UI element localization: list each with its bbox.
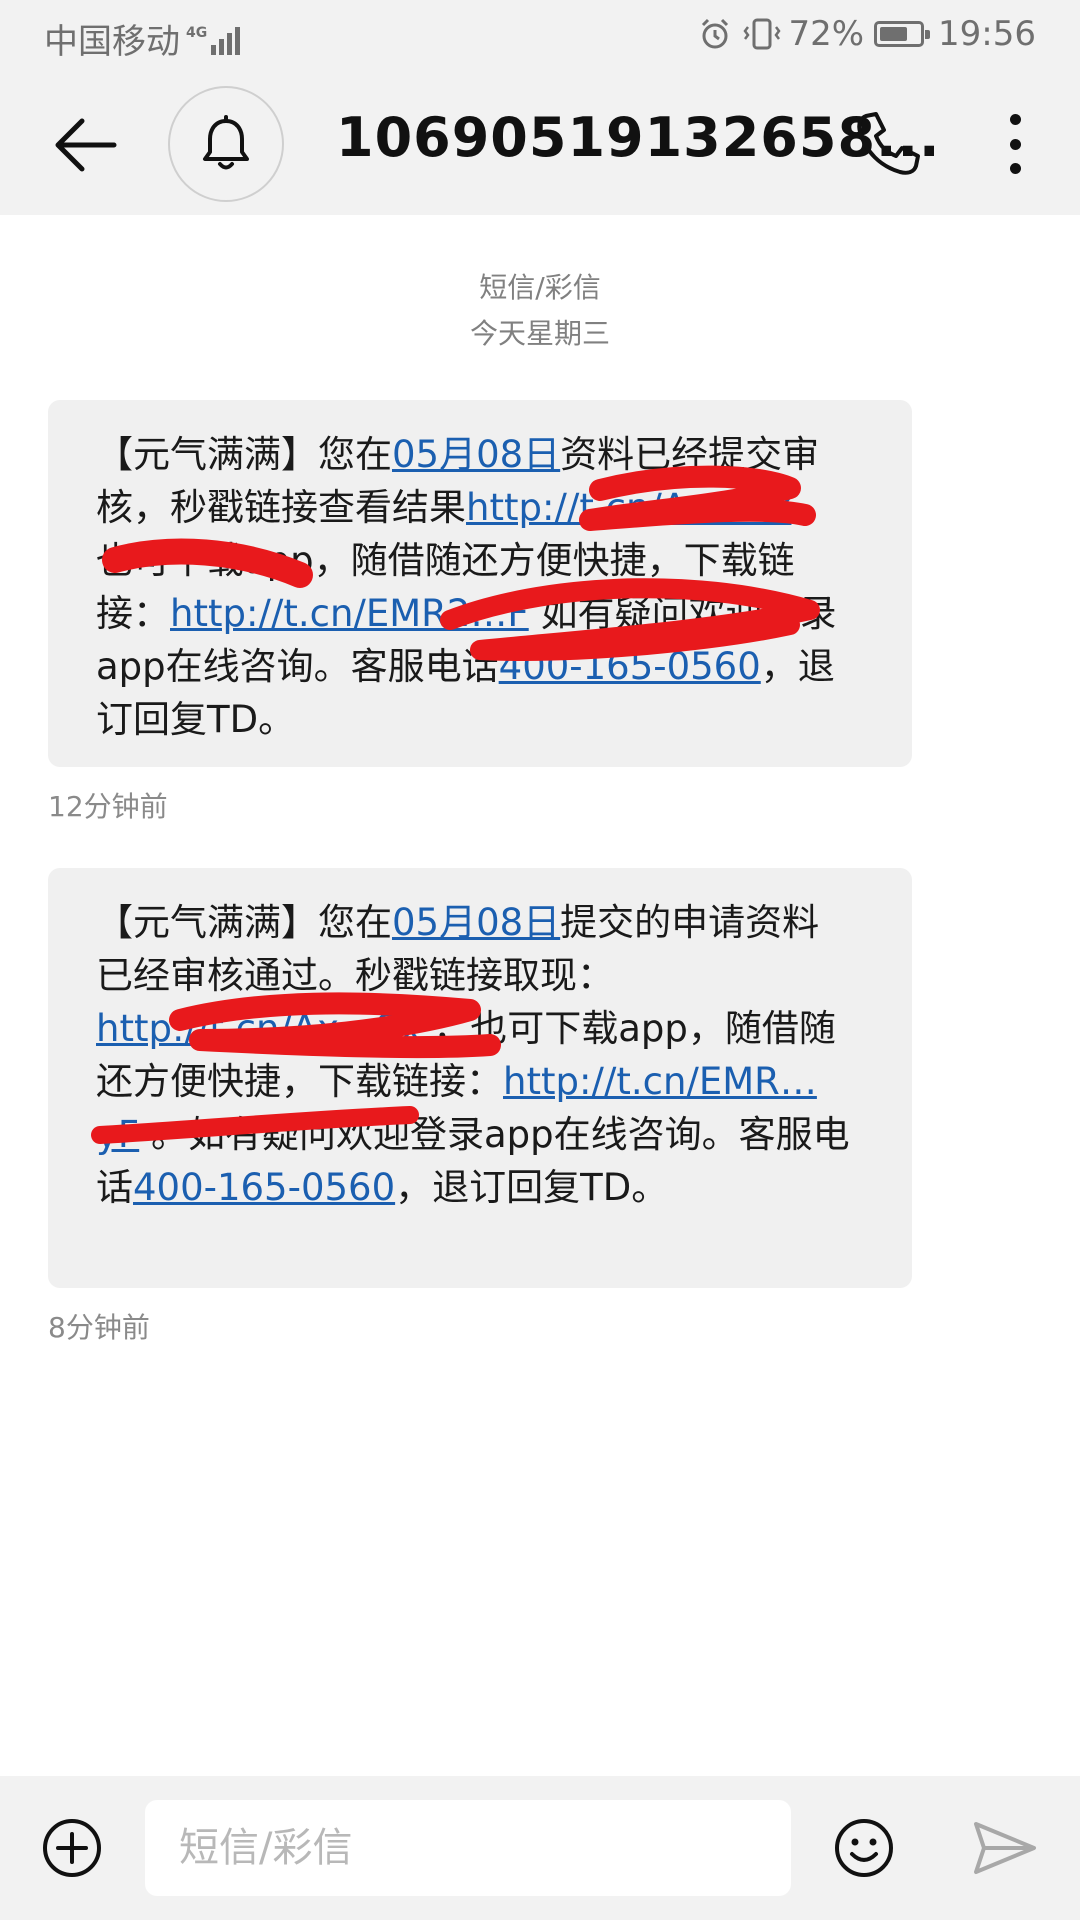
back-arrow-icon <box>55 118 117 172</box>
call-button[interactable] <box>852 108 924 180</box>
send-icon <box>974 1822 1036 1874</box>
more-vertical-icon <box>1009 114 1021 125</box>
message-bubble[interactable]: 【元气满满】您在05月08日资料已经提交审核，秒戳链接查看结果http://t.… <box>48 400 912 767</box>
notification-toggle-button[interactable] <box>168 86 284 202</box>
message-input[interactable] <box>145 1800 791 1896</box>
url-link[interactable]: http://t.cn/EMR2…F <box>170 592 529 635</box>
alarm-icon <box>702 18 729 49</box>
phone-icon <box>857 112 920 175</box>
bell-icon <box>203 115 249 170</box>
date-link[interactable]: 05月08日 <box>392 433 560 476</box>
battery-percent: 72% <box>788 14 865 54</box>
date-divider: 今天星期三 <box>469 317 610 350</box>
carrier-name: 中国移动 <box>44 22 180 62</box>
back-button[interactable] <box>50 112 120 178</box>
network-type: 4G <box>186 24 208 41</box>
contact-title: 10690519132658... <box>336 106 941 169</box>
status-right: 72% 19:56 <box>698 14 1036 54</box>
message-timestamp: 8分钟前 <box>48 1311 150 1344</box>
message-timestamp: 12分钟前 <box>48 790 168 823</box>
conversation-header: 10690519132658... <box>0 72 1080 215</box>
url-link[interactable]: http://t.cn/Ax…Sx <box>96 1007 421 1050</box>
compose-bar <box>0 1776 1080 1920</box>
signal-icon <box>211 23 243 55</box>
url-link[interactable]: http://t.cn/Ax…Sx <box>466 486 791 529</box>
phone-link[interactable]: 400-165-0560 <box>133 1166 395 1209</box>
status-bar: 中国移动 4G 72% 19:56 <box>0 0 1080 72</box>
add-attachment-button[interactable] <box>40 1816 104 1880</box>
emoji-icon <box>835 1819 893 1877</box>
emoji-button[interactable] <box>832 1816 896 1880</box>
status-left: 中国移动 4G <box>44 14 243 63</box>
message-type-label: 短信/彩信 <box>479 271 601 304</box>
phone-link[interactable]: 400-165-0560 <box>499 645 761 688</box>
vibrate-icon <box>743 18 781 50</box>
message-text: ，退订回复TD。 <box>395 1166 669 1209</box>
clock: 19:56 <box>938 14 1036 54</box>
battery-icon <box>874 21 931 47</box>
send-button[interactable] <box>972 1818 1038 1878</box>
message-bubble[interactable]: 【元气满满】您在05月08日提交的申请资料已经审核通过。秒戳链接取现：http:… <box>48 868 912 1288</box>
message-text: 【元气满满】您在 <box>96 433 392 476</box>
add-circle-icon <box>43 1819 101 1877</box>
date-link[interactable]: 05月08日 <box>392 901 560 944</box>
message-text: 【元气满满】您在 <box>96 901 392 944</box>
more-options-button[interactable] <box>990 108 1040 180</box>
